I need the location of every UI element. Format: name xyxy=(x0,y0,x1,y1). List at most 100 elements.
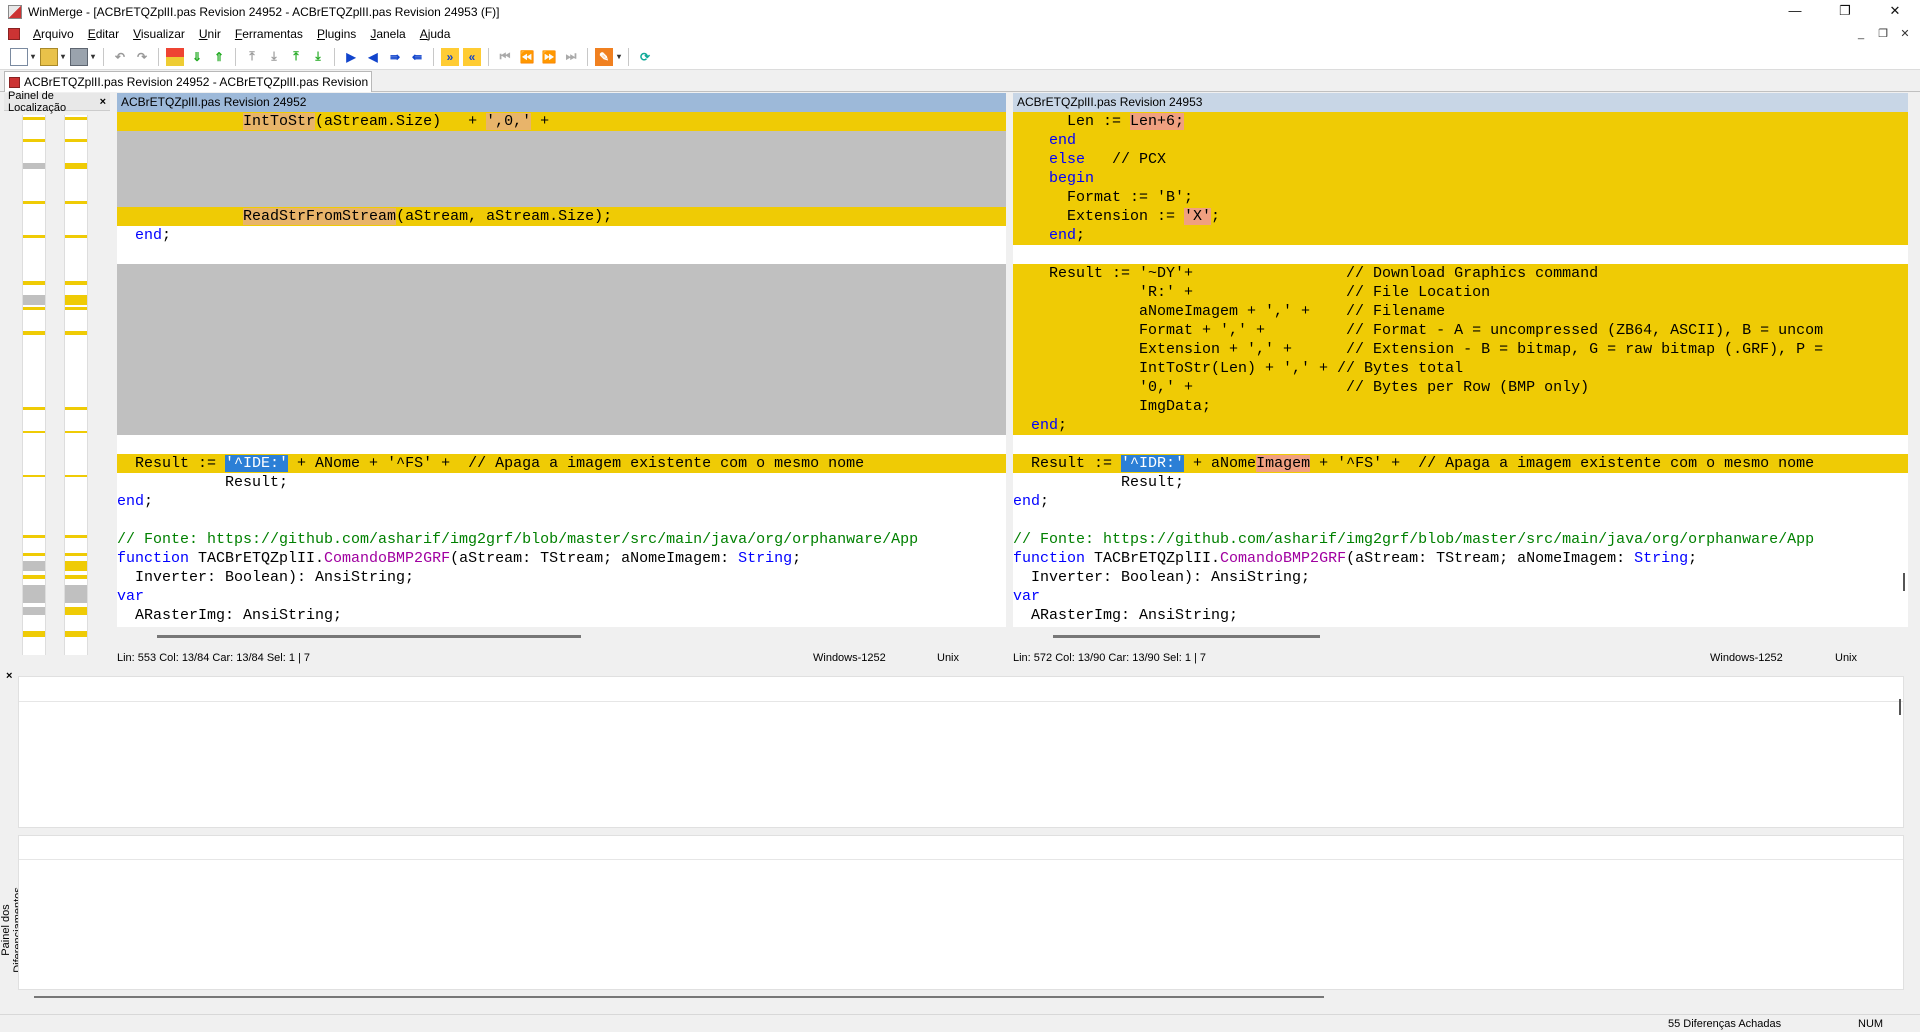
last-diff-icon[interactable]: ⤓ xyxy=(309,48,327,66)
code-line[interactable]: end; xyxy=(117,226,1006,245)
location-diff-marker[interactable] xyxy=(65,307,87,310)
location-diff-marker[interactable] xyxy=(65,631,87,637)
code-line[interactable]: Result := '~DY'+ // Download Graphics co… xyxy=(1013,264,1908,283)
open-folder-icon[interactable] xyxy=(40,47,65,66)
location-bar-right[interactable] xyxy=(64,115,88,655)
diff-pane-horizontal-scrollbar[interactable] xyxy=(34,996,1324,998)
mdi-minimize-button[interactable]: _ xyxy=(1850,24,1872,44)
code-line[interactable]: Extension + ',' + // Extension - B = bit… xyxy=(1013,340,1908,359)
copy-right-icon[interactable]: ▶ xyxy=(342,48,360,66)
location-diff-marker[interactable] xyxy=(23,295,45,305)
location-diff-marker[interactable] xyxy=(23,475,45,477)
code-line[interactable]: IntToStr(Len) + ',' + // Bytes total xyxy=(1013,359,1908,378)
new-file-icon[interactable] xyxy=(10,47,35,66)
options-icon[interactable]: ✎ xyxy=(595,47,621,66)
location-diff-marker[interactable] xyxy=(23,553,45,556)
code-line[interactable] xyxy=(117,340,1006,359)
location-diff-marker[interactable] xyxy=(65,201,87,204)
location-pane-close-button[interactable]: × xyxy=(100,96,106,108)
code-line[interactable]: Extension := 'X'; xyxy=(1013,207,1908,226)
copy-right-advance-icon[interactable]: ⇛ xyxy=(386,48,404,66)
menu-plugins[interactable]: Plugins xyxy=(310,24,363,44)
prev-diff-icon[interactable]: ⇑ xyxy=(210,48,228,66)
location-diff-marker[interactable] xyxy=(65,139,87,142)
code-line[interactable]: Result; xyxy=(117,473,1006,492)
diff-pane-top-scroll-thumb[interactable] xyxy=(1899,699,1901,715)
location-diff-marker[interactable] xyxy=(65,553,87,556)
code-line[interactable]: begin xyxy=(1013,169,1908,188)
code-line[interactable] xyxy=(117,511,1006,530)
code-line[interactable]: end; xyxy=(1013,492,1908,511)
location-diff-marker[interactable] xyxy=(23,139,45,142)
right-vertical-scroll-thumb[interactable] xyxy=(1903,573,1905,591)
location-diff-marker[interactable] xyxy=(65,163,87,169)
right-editor-pane[interactable]: ACBrETQZplII.pas Revision 24953 Len := L… xyxy=(1013,93,1908,646)
location-diff-marker[interactable] xyxy=(65,407,87,410)
save-icon[interactable] xyxy=(70,47,95,66)
next-file-icon[interactable]: ⏩ xyxy=(540,48,558,66)
location-diff-marker[interactable] xyxy=(65,575,87,579)
diff-pane-right-view[interactable] xyxy=(18,835,1904,990)
code-line[interactable] xyxy=(117,188,1006,207)
location-diff-marker[interactable] xyxy=(65,535,87,538)
code-line[interactable] xyxy=(117,397,1006,416)
code-line[interactable] xyxy=(117,359,1006,378)
pane-splitter[interactable] xyxy=(1006,93,1013,646)
code-line[interactable] xyxy=(117,302,1006,321)
location-diff-marker[interactable] xyxy=(23,631,45,637)
copy-all-left-icon[interactable]: « xyxy=(463,47,481,66)
location-diff-marker[interactable] xyxy=(23,163,45,169)
code-line[interactable]: Result := '^IDE:' + ANome + '^FS' + // A… xyxy=(117,454,1006,473)
code-line[interactable]: // Fonte: https://github.com/asharif/img… xyxy=(1013,530,1908,549)
right-horizontal-scrollbar[interactable] xyxy=(1013,627,1908,646)
location-diff-marker[interactable] xyxy=(23,575,45,579)
code-line[interactable]: Inverter: Boolean): AnsiString; xyxy=(117,568,1006,587)
left-scrollbar-thumb[interactable] xyxy=(157,635,581,638)
location-diff-marker[interactable] xyxy=(23,535,45,538)
menu-unir[interactable]: Unir xyxy=(192,24,228,44)
last-conflict-icon[interactable]: ⤓ xyxy=(265,48,283,66)
copy-left-advance-icon[interactable]: ⇚ xyxy=(408,48,426,66)
code-line[interactable] xyxy=(117,378,1006,397)
location-diff-marker[interactable] xyxy=(65,295,87,305)
code-line[interactable]: Format := 'B'; xyxy=(1013,188,1908,207)
code-line[interactable] xyxy=(117,169,1006,188)
code-line[interactable] xyxy=(1013,435,1908,454)
code-line[interactable]: else // PCX xyxy=(1013,150,1908,169)
location-diff-marker[interactable] xyxy=(65,607,87,615)
refresh-icon[interactable]: ⟳ xyxy=(636,48,654,66)
right-code-area[interactable]: Len := Len+6; end else // PCX begin Form… xyxy=(1013,112,1908,627)
code-line[interactable]: IntToStr(aStream.Size) + ',0,' + xyxy=(117,112,1006,131)
merge-mode-icon[interactable] xyxy=(166,47,184,66)
location-bar-left[interactable] xyxy=(22,115,46,655)
code-line[interactable] xyxy=(117,264,1006,283)
location-diff-marker[interactable] xyxy=(23,431,45,433)
code-line[interactable]: '0,' + // Bytes per Row (BMP only) xyxy=(1013,378,1908,397)
code-line[interactable]: ARasterImg: AnsiString; xyxy=(1013,606,1908,625)
code-line[interactable]: end; xyxy=(117,492,1006,511)
first-diff-icon[interactable]: ⤒ xyxy=(287,48,305,66)
redo-icon[interactable]: ↷ xyxy=(133,48,151,66)
code-line[interactable] xyxy=(117,150,1006,169)
minimize-button[interactable]: — xyxy=(1770,0,1820,24)
location-diff-marker[interactable] xyxy=(65,117,87,120)
code-line[interactable]: ImgData; xyxy=(1013,397,1908,416)
undo-icon[interactable]: ↶ xyxy=(111,48,129,66)
mdi-close-button[interactable]: ✕ xyxy=(1894,24,1916,44)
last-file-icon[interactable]: ⏭ xyxy=(562,48,580,66)
code-line[interactable]: end; xyxy=(1013,226,1908,245)
location-diff-marker[interactable] xyxy=(23,117,45,120)
location-diff-marker[interactable] xyxy=(65,475,87,477)
location-diff-marker[interactable] xyxy=(23,201,45,204)
location-diff-marker[interactable] xyxy=(23,407,45,410)
left-editor-pane[interactable]: ACBrETQZplII.pas Revision 24952 IntToStr… xyxy=(117,93,1006,646)
location-diff-marker[interactable] xyxy=(65,431,87,433)
left-code-area[interactable]: IntToStr(aStream.Size) + ',0,' + ReadStr… xyxy=(117,112,1006,627)
menu-ferramentas[interactable]: Ferramentas xyxy=(228,24,310,44)
code-line[interactable]: Result := '^IDR:' + aNomeImagem + '^FS' … xyxy=(1013,454,1908,473)
code-line[interactable]: aNomeImagem + ',' + // Filename xyxy=(1013,302,1908,321)
code-line[interactable]: Inverter: Boolean): AnsiString; xyxy=(1013,568,1908,587)
diff-pane-close-button[interactable]: × xyxy=(6,670,12,682)
code-line[interactable] xyxy=(117,321,1006,340)
menu-editar[interactable]: Editar xyxy=(81,24,126,44)
